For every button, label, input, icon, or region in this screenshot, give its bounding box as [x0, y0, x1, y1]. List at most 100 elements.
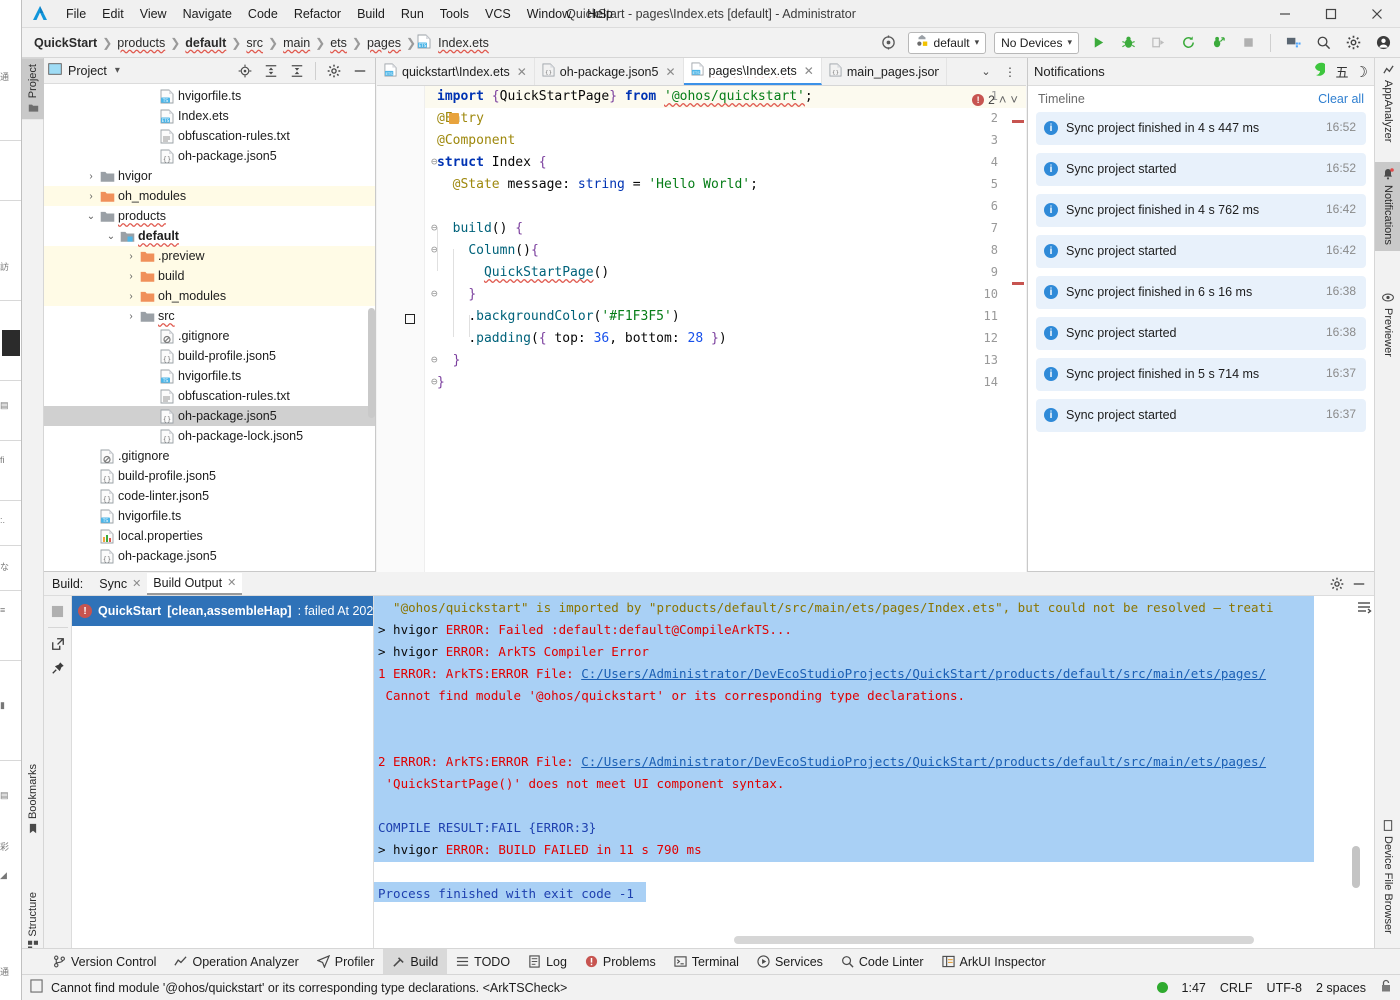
close-icon[interactable]: ✕ — [804, 64, 814, 78]
menu-build[interactable]: Build — [349, 3, 393, 25]
tree-row[interactable]: .gitignore — [44, 446, 375, 466]
minimize-button[interactable] — [1262, 0, 1308, 28]
breadcrumb-item-indexets[interactable]: Index.ets — [434, 34, 493, 52]
menu-tools[interactable]: Tools — [432, 3, 477, 25]
tab-oh-package-json5[interactable]: {} oh-package.json5 ✕ — [535, 58, 684, 85]
menu-file[interactable]: File — [58, 3, 94, 25]
build-tree[interactable]: ! QuickStart [clean,assembleHap] : faile… — [72, 596, 374, 948]
breadcrumb-item-ets[interactable]: ets — [326, 34, 351, 52]
gear-icon[interactable] — [1342, 32, 1364, 54]
tree-row[interactable]: TS hvigorfile.ts — [44, 506, 375, 526]
menu-code[interactable]: Code — [240, 3, 286, 25]
bottom-tab-services[interactable]: Services — [748, 949, 832, 975]
tree-row[interactable]: › oh_modules — [44, 286, 375, 306]
target-icon[interactable] — [878, 32, 900, 54]
bottom-tab-log[interactable]: Log — [519, 949, 576, 975]
tree-row[interactable]: › src — [44, 306, 375, 326]
indent-setting[interactable]: 2 spaces — [1316, 981, 1366, 995]
pin-tab-button[interactable] — [47, 657, 69, 679]
notification-item[interactable]: i Sync project started 16:37 — [1036, 399, 1366, 432]
menu-navigate[interactable]: Navigate — [175, 3, 240, 25]
tree-row[interactable]: {} oh-package-lock.json5 — [44, 426, 375, 446]
stop-button[interactable] — [1237, 32, 1259, 54]
console-line[interactable]: 1 ERROR: ArkTS:ERROR File: C:/Users/Admi… — [378, 666, 1266, 681]
build-console[interactable]: "@ohos/quickstart" is imported by "produ… — [374, 596, 1374, 948]
tree-row[interactable]: TS hvigorfile.ts — [44, 366, 375, 386]
tree-row[interactable]: ETS Index.ets — [44, 106, 375, 126]
stop-build-button[interactable] — [47, 600, 69, 622]
chevron-down-icon[interactable]: ▾ — [115, 65, 120, 76]
console-file-link[interactable]: C:/Users/Administrator/DevEcoStudioProje… — [581, 666, 1266, 681]
console-line[interactable]: "@ohos/quickstart" is imported by "produ… — [378, 600, 1274, 615]
code-line[interactable]: @Entry — [437, 111, 484, 126]
notification-item[interactable]: i Sync project started 16:42 — [1036, 235, 1366, 268]
run-button[interactable] — [1087, 32, 1109, 54]
sidebar-item-structure[interactable]: Structure — [22, 886, 44, 957]
console-line[interactable]: > hvigor ERROR: BUILD FAILED in 11 s 790… — [378, 842, 702, 857]
chevron-down-icon[interactable]: ⌄ — [975, 61, 997, 83]
tree-row[interactable]: TS hvigorfile.ts — [44, 86, 375, 106]
editor-error-indicator[interactable]: ! 2 ˄ ˅ — [972, 92, 1018, 107]
caret-position[interactable]: 1:47 — [1182, 981, 1206, 995]
tree-expand-arrow[interactable]: ⌄ — [84, 211, 98, 222]
code-line[interactable]: @Component — [437, 133, 515, 148]
gear-icon[interactable] — [323, 60, 345, 82]
bottom-tab-code-linter[interactable]: Code Linter — [832, 949, 933, 975]
notification-item[interactable]: i Sync project finished in 4 s 762 ms 16:4… — [1036, 194, 1366, 227]
code-line[interactable]: .backgroundColor('#F1F3F5') — [437, 309, 679, 324]
device-selector[interactable]: No Devices ▾ — [994, 31, 1079, 54]
tree-row[interactable]: {} oh-package.json5 — [44, 406, 375, 426]
tree-expand-arrow[interactable]: ⌄ — [104, 231, 118, 242]
tree-expand-arrow[interactable]: › — [84, 191, 98, 202]
error-marker[interactable] — [1012, 120, 1024, 123]
breadcrumb-item-src[interactable]: src — [242, 34, 267, 52]
tree-row[interactable]: {} build-profile.json5 — [44, 346, 375, 366]
rerun-button[interactable] — [1177, 32, 1199, 54]
code-line[interactable]: struct Index { — [437, 155, 547, 170]
menu-help[interactable]: Help — [579, 3, 621, 25]
notification-item[interactable]: i Sync project finished in 5 s 714 ms 16:3… — [1036, 358, 1366, 391]
prev-error-icon[interactable]: ˄ — [999, 92, 1007, 107]
close-icon[interactable]: ✕ — [517, 65, 527, 79]
bottom-tab-terminal[interactable]: Terminal — [665, 949, 748, 975]
sidebar-item-notifications[interactable]: Notifications — [1375, 162, 1400, 251]
close-button[interactable] — [1354, 0, 1400, 28]
next-error-icon[interactable]: ˅ — [1010, 92, 1018, 107]
console-line[interactable]: > hvigor ERROR: Failed :default:default@… — [378, 622, 792, 637]
close-icon[interactable]: ✕ — [227, 576, 236, 589]
tree-expand-arrow[interactable]: › — [124, 291, 138, 302]
maximize-button[interactable] — [1308, 0, 1354, 28]
run-configuration-selector[interactable]: default ▾ — [907, 31, 987, 54]
breakpoint-marker[interactable] — [405, 314, 415, 324]
breadcrumb-item-pages[interactable]: pages — [363, 34, 405, 52]
tree-row[interactable]: obfuscation-rules.txt — [44, 386, 375, 406]
ime-mode-icon[interactable]: 五 — [1336, 62, 1349, 81]
console-horizontal-scrollbar[interactable] — [734, 936, 1254, 944]
project-tree-scrollbar[interactable] — [368, 308, 375, 418]
open-in-editor-button[interactable] — [47, 633, 69, 655]
tree-row[interactable]: local.properties — [44, 526, 375, 546]
tree-expand-arrow[interactable]: › — [84, 171, 98, 182]
breadcrumb-item-main[interactable]: main — [279, 34, 314, 52]
console-line[interactable]: > hvigor ERROR: ArkTS Compiler Error — [378, 644, 649, 659]
tree-row[interactable]: {} oh-package.json5 — [44, 546, 375, 566]
sogou-input-icon[interactable] — [1310, 60, 1330, 83]
locate-icon[interactable] — [234, 60, 256, 82]
notification-item[interactable]: i Sync project finished in 4 s 447 ms 16:5… — [1036, 112, 1366, 145]
lock-icon[interactable] — [1380, 979, 1392, 996]
tab-pages-index-ets[interactable]: ETS pages\Index.ets ✕ — [683, 58, 822, 85]
console-line[interactable]: 'QuickStartPage()' does not meet UI comp… — [378, 776, 785, 791]
expand-all-icon[interactable] — [260, 60, 282, 82]
device-manager-icon[interactable] — [1282, 32, 1304, 54]
bottom-tab-problems[interactable]: Problems — [576, 949, 665, 975]
console-vertical-scrollbar[interactable] — [1352, 846, 1360, 888]
notification-item[interactable]: i Sync project started 16:52 — [1036, 153, 1366, 186]
bottom-tab-build[interactable]: Build — [383, 948, 448, 975]
code-line[interactable]: } — [437, 375, 445, 390]
tree-expand-arrow[interactable]: › — [124, 251, 138, 262]
tree-expand-arrow[interactable]: › — [124, 311, 138, 322]
line-separator[interactable]: CRLF — [1220, 981, 1253, 995]
console-file-link[interactable]: C:/Users/Administrator/DevEcoStudioProje… — [581, 754, 1266, 769]
tree-row[interactable]: ⌄ products — [44, 206, 375, 226]
build-tree-node[interactable]: ! QuickStart [clean,assembleHap] : faile… — [72, 596, 373, 626]
